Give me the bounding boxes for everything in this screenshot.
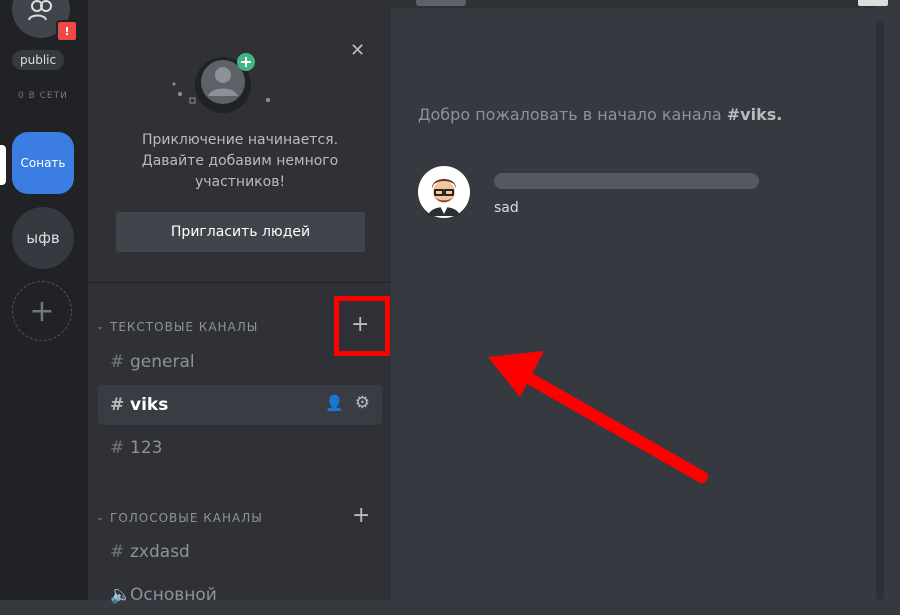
hash-icon: # — [110, 438, 125, 458]
message-author[interactable] — [494, 173, 759, 189]
online-count: 0 В СЕТИ — [18, 91, 68, 101]
server-label: Сонать — [20, 156, 66, 170]
channel-viks[interactable]: # viks 👤 ⚙ — [98, 385, 382, 425]
notification-badge: ! — [56, 20, 78, 42]
server-name-tag: public — [12, 50, 65, 70]
group-icon — [28, 0, 52, 21]
add-server-button[interactable]: + — [12, 281, 72, 341]
hash-icon: # — [110, 352, 125, 372]
active-server-indicator — [0, 145, 6, 185]
server-icon-yfv[interactable]: ыфв — [12, 207, 74, 269]
channel-label: zxdasd — [130, 542, 190, 562]
add-voice-channel-icon[interactable]: + — [352, 505, 370, 527]
server-icon-sonat[interactable]: Сонать — [12, 132, 74, 194]
server-label: ыфв — [26, 229, 60, 247]
channel-label: general — [130, 352, 195, 372]
invite-illustration-icon — [172, 53, 270, 113]
plus-icon: + — [29, 293, 55, 329]
channel-label: Основной — [130, 585, 217, 605]
channel-zxdasd[interactable]: # zxdasd — [98, 532, 382, 572]
user-avatar[interactable] — [418, 166, 470, 218]
welcome-channel: #viks. — [726, 105, 783, 124]
channel-123[interactable]: #123 — [98, 428, 382, 468]
channel-general[interactable]: # general — [98, 342, 382, 382]
close-icon[interactable]: ✕ — [350, 40, 365, 61]
server-rail: ! public 0 В СЕТИ Сонать ыфв + — [0, 0, 88, 600]
welcome-prefix: Добро пожаловать в начало канала — [418, 105, 722, 124]
hash-icon: # — [110, 542, 125, 562]
chevron-down-icon: ⌄ — [96, 513, 104, 523]
gear-icon[interactable]: ⚙ — [355, 393, 370, 413]
invite-people-button[interactable]: Пригласить людей — [116, 212, 365, 252]
channel-header-title — [416, 0, 466, 6]
message-content: sad — [494, 200, 519, 216]
category-text-channels[interactable]: ТЕКСТОВЫЕ КАНАЛЫ — [110, 320, 258, 334]
members-icon[interactable] — [858, 0, 888, 6]
invite-member-icon[interactable]: 👤 — [325, 394, 344, 412]
category-voice-channels[interactable]: ГОЛОСОВЫЕ КАНАЛЫ — [110, 511, 263, 525]
channel-label: viks — [130, 395, 169, 415]
annotation-arrow-icon — [488, 351, 708, 483]
voice-channel-main[interactable]: 🔈 Основной — [98, 575, 382, 615]
invite-description: Приключение начинается. Давайте добавим … — [141, 132, 339, 190]
hash-icon: # — [110, 395, 125, 415]
chevron-down-icon: ⌄ — [96, 322, 104, 332]
channel-label: 123 — [130, 438, 163, 458]
scrollbar[interactable] — [876, 20, 884, 600]
speaker-icon: 🔈 — [110, 585, 132, 605]
channel-welcome: Добро пожаловать в начало канала #viks. — [418, 105, 782, 124]
